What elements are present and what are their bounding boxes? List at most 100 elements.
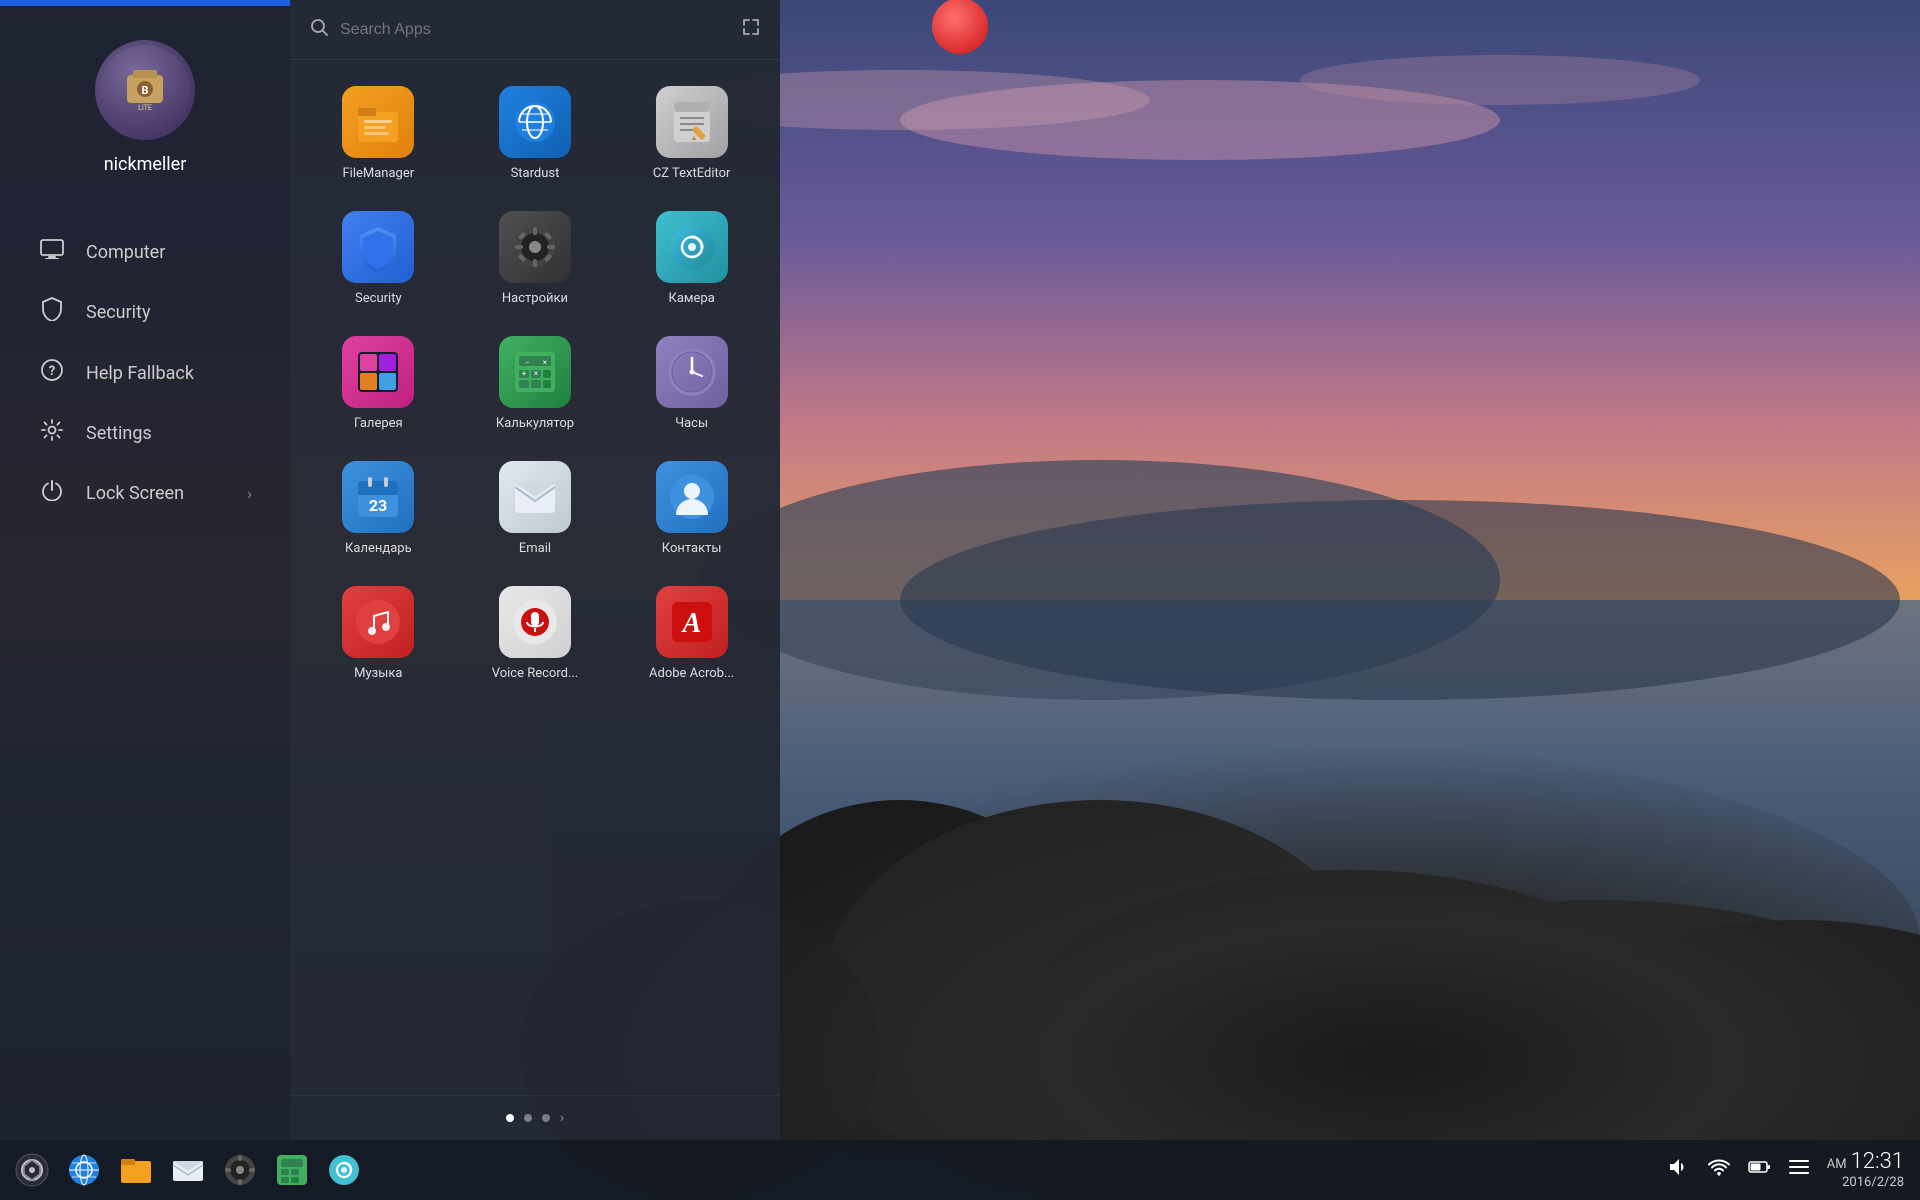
app-item-contacts[interactable]: Контакты — [622, 451, 762, 566]
svg-text:23: 23 — [369, 496, 387, 515]
svg-text:LITE: LITE — [138, 104, 152, 112]
app-item-gallery[interactable]: Галерея — [308, 326, 448, 441]
music-icon — [342, 586, 414, 658]
app-item-calculator[interactable]: × − + × Калькулятор — [465, 326, 605, 441]
apps-grid: FileManager Stardust — [290, 60, 780, 1095]
app-drawer: FileManager Stardust — [290, 0, 780, 1140]
app-item-clock[interactable]: Часы — [622, 326, 762, 441]
wifi-icon[interactable] — [1707, 1155, 1731, 1185]
settings-app-icon — [499, 211, 571, 283]
app-name-clock: Часы — [675, 416, 708, 431]
search-input[interactable] — [340, 21, 730, 39]
contacts-icon — [656, 461, 728, 533]
apps-row-2: Security — [300, 201, 770, 316]
app-item-filemanager[interactable]: FileManager — [308, 76, 448, 191]
battery-icon[interactable] — [1747, 1155, 1771, 1185]
app-item-voicerecorder[interactable]: Voice Record... — [465, 576, 605, 691]
taskbar-settings-icon[interactable] — [216, 1146, 264, 1194]
taskbar-calculator-icon[interactable] — [268, 1146, 316, 1194]
calculator-icon: × − + × — [499, 336, 571, 408]
app-name-gallery: Галерея — [354, 416, 403, 431]
apps-row-3: Галерея × − — [300, 326, 770, 441]
shield-icon — [38, 297, 66, 327]
page-dot-3[interactable] — [542, 1114, 550, 1122]
app-name-adobeacrobat: Adobe Acrob... — [649, 666, 734, 681]
svg-text:×: × — [543, 358, 547, 367]
app-item-calendar[interactable]: 23 Календарь — [308, 451, 448, 566]
app-item-email[interactable]: Email — [465, 451, 605, 566]
svg-text:−: − — [525, 358, 530, 367]
sidebar-item-help-label: Help Fallback — [86, 363, 252, 384]
app-name-calculator: Калькулятор — [496, 416, 574, 431]
taskbar-email-icon[interactable] — [164, 1146, 212, 1194]
sidebar-item-help[interactable]: ? Help Fallback — [8, 345, 282, 401]
apps-row-5: Музыка Voice Record... — [300, 576, 770, 691]
top-bar — [0, 0, 290, 6]
gallery-icon — [342, 336, 414, 408]
page-dot-2[interactable] — [524, 1114, 532, 1122]
filemanager-icon — [342, 86, 414, 158]
app-item-camera[interactable]: Камера — [622, 201, 762, 316]
taskbar: AM 12:31 2016/2/28 — [0, 1140, 1920, 1200]
search-icon — [310, 18, 328, 41]
security-app-icon — [342, 211, 414, 283]
volume-icon[interactable] — [1667, 1155, 1691, 1185]
app-item-adobeacrobat[interactable]: A Adobe Acrob... — [622, 576, 762, 691]
page-next-arrow[interactable]: › — [560, 1110, 564, 1126]
sidebar-item-lockscreen[interactable]: Lock Screen › — [8, 465, 282, 521]
calendar-icon: 23 — [342, 461, 414, 533]
sidebar-item-computer[interactable]: Computer — [8, 225, 282, 279]
apps-row-4: 23 Календарь Email — [300, 451, 770, 566]
sidebar-item-computer-label: Computer — [86, 242, 252, 263]
sidebar-item-security[interactable]: Security — [8, 283, 282, 341]
email-icon — [499, 461, 571, 533]
app-name-camera: Камера — [668, 291, 714, 306]
apps-row-1: FileManager Stardust — [300, 76, 770, 191]
app-name-calendar: Календарь — [345, 541, 412, 556]
taskbar-filemanager-icon[interactable] — [112, 1146, 160, 1194]
notification-circle[interactable] — [932, 0, 988, 54]
page-dots: › — [290, 1095, 780, 1140]
page-dot-1[interactable] — [506, 1114, 514, 1122]
menu-lines-icon[interactable] — [1787, 1155, 1811, 1185]
svg-text:A: A — [680, 608, 701, 639]
taskbar-app-icons — [0, 1146, 376, 1194]
app-name-filemanager: FileManager — [342, 166, 414, 181]
gear-icon — [38, 419, 66, 447]
stardust-icon — [499, 86, 571, 158]
taskbar-ampm: AM — [1827, 1157, 1847, 1173]
search-bar — [290, 0, 780, 60]
taskbar-launcher-icon[interactable] — [8, 1146, 56, 1194]
app-item-stardust[interactable]: Stardust — [465, 76, 605, 191]
app-name-settings: Настройки — [502, 291, 568, 306]
taskbar-time: 12:31 — [1851, 1149, 1904, 1175]
taskbar-date: 2016/2/28 — [1827, 1175, 1904, 1191]
sidebar-item-settings-label: Settings — [86, 423, 252, 444]
help-icon: ? — [38, 359, 66, 387]
computer-icon — [38, 239, 66, 265]
app-item-security[interactable]: Security — [308, 201, 448, 316]
taskbar-camera-icon[interactable] — [320, 1146, 368, 1194]
app-name-voicerecorder: Voice Record... — [492, 666, 579, 681]
sidebar-item-lockscreen-label: Lock Screen — [86, 483, 227, 504]
sidebar-item-settings[interactable]: Settings — [8, 405, 282, 461]
avatar[interactable]: B LITE — [95, 40, 195, 140]
voicerecorder-icon — [499, 586, 571, 658]
app-item-cztexteditor[interactable]: CZ TextEditor — [622, 76, 762, 191]
camera-app-icon — [656, 211, 728, 283]
power-icon — [38, 479, 66, 507]
app-name-music: Музыка — [354, 666, 402, 681]
sidebar-menu: Computer Security ? Help Fallback — [0, 205, 290, 1140]
app-item-settings-app[interactable]: Настройки — [465, 201, 605, 316]
adobeacrobat-icon: A — [656, 586, 728, 658]
svg-text:B: B — [141, 84, 148, 97]
taskbar-time-display: AM 12:31 2016/2/28 — [1827, 1149, 1904, 1191]
app-name-cztexteditor: CZ TextEditor — [653, 166, 731, 181]
cztexteditor-icon — [656, 86, 728, 158]
username: nickmeller — [104, 154, 187, 175]
sidebar: B LITE nickmeller Computer — [0, 0, 290, 1140]
expand-icon[interactable] — [742, 18, 760, 41]
app-item-music[interactable]: Музыка — [308, 576, 448, 691]
app-name-stardust: Stardust — [511, 166, 560, 181]
taskbar-browser-icon[interactable] — [60, 1146, 108, 1194]
